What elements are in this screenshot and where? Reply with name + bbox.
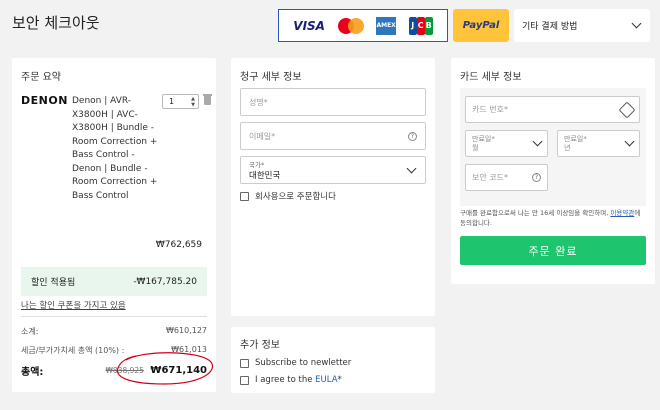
billing-title: 청구 세부 정보 bbox=[240, 72, 302, 83]
country-label: 국가* bbox=[249, 161, 265, 169]
expiry-year-unit: 년 bbox=[564, 143, 571, 152]
help-icon[interactable]: ? bbox=[532, 173, 541, 182]
eula-label: I agree to the EULA* bbox=[255, 375, 342, 385]
company-checkbox-row[interactable]: 회사용으로 주문합니다 bbox=[240, 190, 336, 202]
discount-value: -₩167,785.20 bbox=[133, 276, 197, 287]
name-field[interactable]: 성명* bbox=[240, 88, 426, 116]
product-price: ₩762,659 bbox=[155, 240, 202, 250]
expiry-month-unit: 월 bbox=[472, 143, 479, 152]
product-name: Denon | AVR-X3800H | AVC-X3800H | Bundle… bbox=[72, 96, 158, 201]
discount-applied-box: 할인 적용됨 -₩167,785.20 bbox=[21, 267, 207, 296]
order-summary-panel: 주문 요약 DENON Denon | AVR-X3800H | AVC-X38… bbox=[12, 58, 216, 392]
cvc-field[interactable]: 보안 코드* ? bbox=[465, 164, 548, 191]
expiry-month-select[interactable]: 만료일* 월 bbox=[465, 130, 548, 157]
country-select[interactable]: 국가* 대한민국 bbox=[240, 156, 426, 184]
other-payment-label: 기타 결제 방법 bbox=[522, 22, 578, 32]
discount-label: 할인 적용됨 bbox=[31, 278, 76, 288]
divider bbox=[21, 316, 207, 317]
newsletter-label: Subscribe to newletter bbox=[255, 358, 352, 368]
card-payment-button[interactable]: VISA AMEX J C B bbox=[278, 9, 448, 42]
jcb-logo: J C B bbox=[408, 16, 433, 35]
terms-text: 구매를 완료함으로써 나는 만 16세 이상임을 확인하며, 이용약관에 동의합… bbox=[460, 209, 641, 227]
paypal-button[interactable]: PayPal bbox=[453, 9, 509, 42]
expiry-year-select[interactable]: 만료일* 년 bbox=[557, 130, 640, 157]
help-icon[interactable]: ? bbox=[408, 131, 417, 141]
trash-icon[interactable] bbox=[203, 94, 212, 105]
name-placeholder: 성명* bbox=[249, 97, 268, 107]
page-title: 보안 체크아웃 bbox=[12, 14, 100, 32]
quantity-value: 1 bbox=[169, 97, 175, 106]
card-details-panel: 카드 세부 정보 카드 번호* 만료일* 월 만료일* 년 보안 코드* ? 구매를… bbox=[451, 58, 655, 284]
annotation-circle bbox=[116, 352, 214, 385]
card-number-field[interactable]: 카드 번호* bbox=[465, 96, 640, 123]
order-summary-title: 주문 요약 bbox=[21, 72, 61, 83]
additional-info-panel: 추가 정보 Subscribe to newletter I agree to … bbox=[231, 327, 435, 393]
company-checkbox-label: 회사용으로 주문합니다 bbox=[255, 192, 336, 202]
chevron-down-icon bbox=[631, 18, 642, 29]
card-chip-icon bbox=[618, 101, 636, 118]
mastercard-logo bbox=[337, 17, 364, 34]
chevron-down-icon bbox=[406, 163, 417, 174]
newsletter-checkbox[interactable] bbox=[240, 358, 249, 368]
total-label: 총액: bbox=[21, 367, 44, 378]
card-details-title: 카드 세부 정보 bbox=[460, 72, 522, 83]
stepper-arrows-icon[interactable]: ▲ ▼ bbox=[191, 96, 195, 108]
subtotal-row: 소계: ₩610,127 bbox=[21, 326, 207, 337]
eula-row[interactable]: I agree to the EULA* bbox=[240, 375, 342, 385]
additional-title: 추가 정보 bbox=[240, 340, 280, 351]
expiry-month-label: 만료일* bbox=[472, 134, 495, 143]
newsletter-row[interactable]: Subscribe to newletter bbox=[240, 358, 351, 368]
card-number-placeholder: 카드 번호* bbox=[472, 105, 508, 114]
email-placeholder: 이메일* bbox=[249, 131, 276, 141]
chevron-down-icon bbox=[532, 136, 543, 147]
amex-logo: AMEX bbox=[376, 16, 397, 35]
eula-link[interactable]: EULA bbox=[315, 375, 337, 385]
complete-order-button[interactable]: 주문 완료 bbox=[460, 236, 646, 265]
subtotal-label: 소계: bbox=[21, 327, 39, 336]
cvc-placeholder: 보안 코드* bbox=[472, 173, 508, 182]
subtotal-value: ₩610,127 bbox=[166, 326, 207, 335]
company-checkbox[interactable] bbox=[240, 191, 249, 201]
terms-link[interactable]: 이용약관 bbox=[610, 209, 634, 217]
email-field[interactable]: 이메일* ? bbox=[240, 122, 426, 150]
expiry-year-label: 만료일* bbox=[564, 134, 587, 143]
billing-panel: 청구 세부 정보 성명* 이메일* ? 국가* 대한민국 회사용으로 주문합니다 bbox=[231, 58, 435, 316]
quantity-stepper[interactable]: 1 ▲ ▼ bbox=[162, 94, 199, 109]
chevron-down-icon bbox=[624, 136, 635, 147]
country-value: 대한민국 bbox=[249, 171, 281, 181]
visa-logo: VISA bbox=[293, 18, 325, 33]
other-payment-select[interactable]: 기타 결제 방법 bbox=[514, 9, 650, 42]
eula-checkbox[interactable] bbox=[240, 375, 249, 385]
tax-label: 세금/부가가치세 총액 (10%) : bbox=[21, 346, 125, 355]
denon-logo: DENON bbox=[21, 94, 68, 107]
coupon-link[interactable]: 나는 할인 쿠폰을 가지고 있음 bbox=[21, 299, 126, 311]
card-form: 카드 번호* 만료일* 월 만료일* 년 보안 코드* ? bbox=[460, 88, 646, 206]
